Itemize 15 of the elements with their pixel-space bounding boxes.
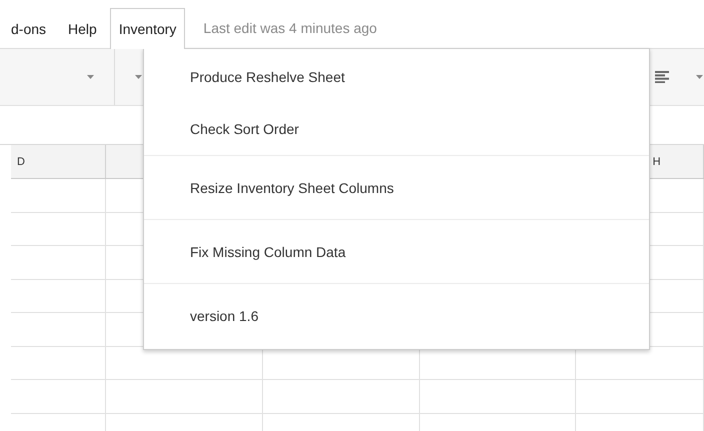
menu-option[interactable]: Check Sort Order	[144, 103, 649, 155]
menu-item[interactable]: Inventory	[110, 8, 186, 49]
menu-option[interactable]: Resize Inventory Sheet Columns	[144, 156, 649, 219]
menu-item[interactable]: Help	[59, 8, 106, 48]
menu-option[interactable]: Produce Reshelve Sheet	[144, 51, 649, 103]
menu-item[interactable]: d-ons	[2, 8, 56, 48]
caret-icon[interactable]	[87, 75, 94, 79]
menu-option[interactable]: version 1.6	[144, 284, 649, 347]
last-edit-text: Last edit was 4 minutes ago	[203, 19, 377, 38]
caret-icon[interactable]	[135, 75, 142, 79]
menu-option[interactable]: Fix Missing Column Data	[144, 220, 649, 283]
align-left-icon[interactable]	[655, 71, 669, 83]
column-header[interactable]: H	[652, 156, 661, 168]
caret-icon[interactable]	[696, 75, 703, 79]
column-header[interactable]: D	[17, 156, 25, 168]
